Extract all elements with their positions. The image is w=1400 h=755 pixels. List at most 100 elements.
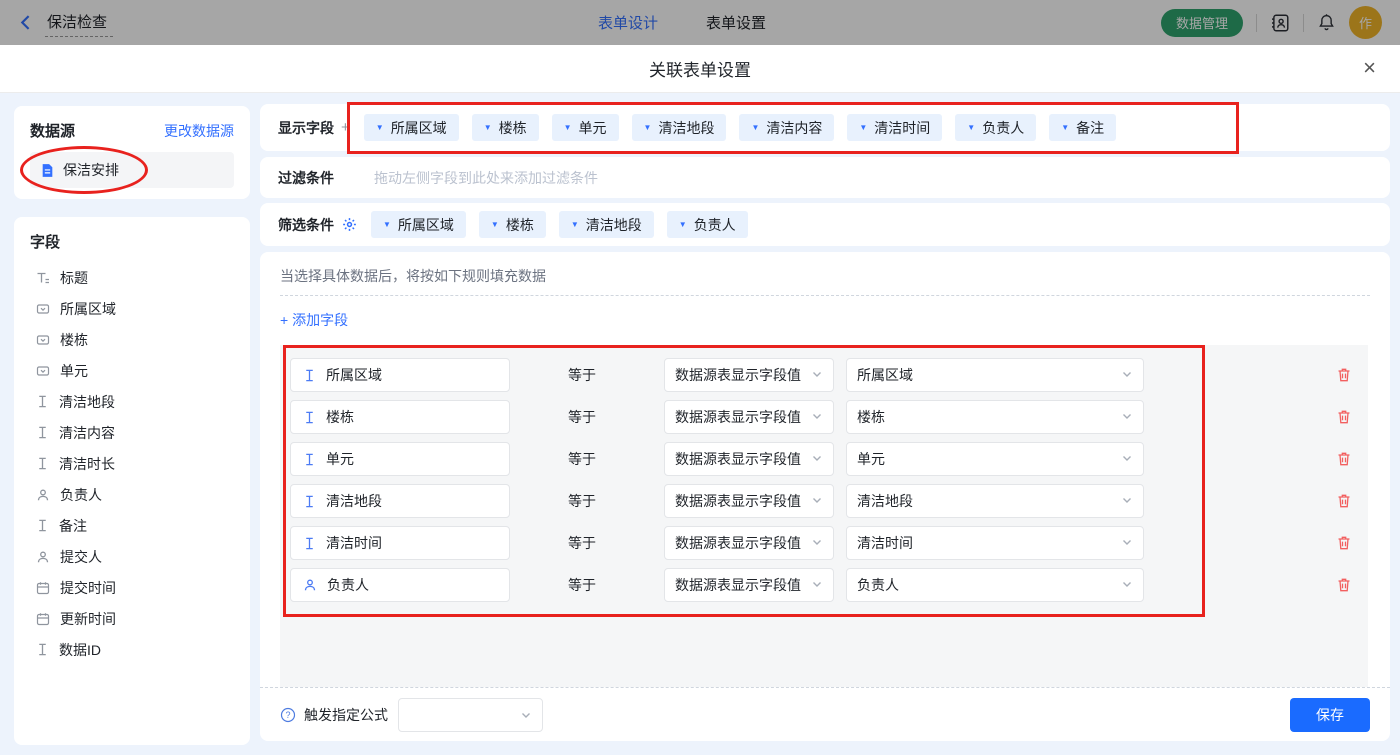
- screening-field-tag[interactable]: ▼ 负责人: [666, 211, 748, 238]
- display-field-tag-label: 备注: [1076, 119, 1105, 136]
- sidebar-field-item[interactable]: 清洁时长: [30, 448, 234, 479]
- sidebar-field-item[interactable]: 楼栋: [30, 324, 234, 355]
- sidebar-field-item[interactable]: 所属区域: [30, 293, 234, 324]
- display-field-tag[interactable]: ▼ 清洁时间: [847, 114, 943, 141]
- app-top-bar: 保洁检查 表单设计 表单设置 数据管理 作: [0, 0, 1400, 45]
- sidebar-field-item[interactable]: 单元: [30, 355, 234, 386]
- rule-field-input[interactable]: 清洁时间: [290, 526, 510, 560]
- fields-heading: 字段: [30, 234, 61, 251]
- tab-form-design[interactable]: 表单设计: [598, 12, 658, 33]
- form-file-icon: [40, 163, 55, 178]
- add-field-link[interactable]: + 添加字段: [280, 310, 348, 330]
- screening-section: 筛选条件 ▼ 所属区域 ▼ 楼栋 ▼ 清洁地段 ▼ 负责人: [260, 203, 1390, 246]
- display-field-tag[interactable]: ▼ 负责人: [955, 114, 1037, 141]
- help-icon[interactable]: ?: [280, 707, 296, 723]
- sidebar-field-label: 单元: [60, 362, 88, 379]
- delete-row-trash-icon[interactable]: [1336, 535, 1352, 551]
- rule-target-select[interactable]: 楼栋: [846, 400, 1144, 434]
- back-icon[interactable]: [18, 14, 35, 31]
- form-name-label[interactable]: 保洁检查: [45, 9, 114, 37]
- caret-down-icon: ▼: [570, 220, 579, 229]
- sidebar-field-item[interactable]: 负责人: [30, 479, 234, 510]
- data-manage-button[interactable]: 数据管理: [1160, 8, 1243, 37]
- rule-target-select[interactable]: 单元: [846, 442, 1144, 476]
- close-icon[interactable]: ×: [1363, 53, 1376, 83]
- display-field-tag[interactable]: ▼ 楼栋: [471, 114, 539, 141]
- rule-field-input[interactable]: 楼栋: [290, 400, 510, 434]
- sidebar-field-item[interactable]: 数据ID: [30, 634, 234, 665]
- sidebar-field-item[interactable]: 清洁地段: [30, 386, 234, 417]
- rule-source-select[interactable]: 数据源表显示字段值: [664, 400, 834, 434]
- delete-row-trash-icon[interactable]: [1336, 367, 1352, 383]
- delete-row-trash-icon[interactable]: [1336, 451, 1352, 467]
- formula-select[interactable]: [398, 697, 543, 732]
- rule-target-select[interactable]: 所属区域: [846, 358, 1144, 392]
- chevron-down-icon: [811, 451, 823, 467]
- delete-row-trash-icon[interactable]: [1336, 493, 1352, 509]
- rule-operator: 等于: [568, 451, 596, 467]
- rule-target-select[interactable]: 负责人: [846, 568, 1144, 602]
- screening-field-tag-label: 楼栋: [505, 216, 534, 233]
- datasource-name: 保洁安排: [63, 162, 119, 178]
- caret-down-icon: ▼: [967, 123, 976, 132]
- add-display-field-button[interactable]: +: [341, 119, 350, 136]
- rule-row: 负责人 等于 数据源表显示字段值 负责人: [290, 568, 1352, 602]
- rule-operator: 等于: [568, 409, 596, 425]
- rule-target-value: 单元: [857, 451, 885, 467]
- sidebar-field-label: 标题: [60, 269, 88, 286]
- caret-down-icon: ▼: [859, 123, 868, 132]
- rule-source-select[interactable]: 数据源表显示字段值: [664, 526, 834, 560]
- rule-field-input[interactable]: 所属区域: [290, 358, 510, 392]
- rule-field-label: 清洁地段: [326, 493, 382, 509]
- screening-field-tag[interactable]: ▼ 楼栋: [478, 211, 546, 238]
- rule-operator: 等于: [568, 367, 596, 383]
- rule-target-value: 楼栋: [857, 409, 885, 425]
- datasource-item[interactable]: 保洁安排: [30, 152, 234, 188]
- gear-icon[interactable]: [342, 217, 357, 232]
- rule-target-select[interactable]: 清洁地段: [846, 484, 1144, 518]
- screening-field-tag[interactable]: ▼ 所属区域: [371, 211, 466, 238]
- rule-source-select[interactable]: 数据源表显示字段值: [664, 568, 834, 602]
- sidebar-field-item[interactable]: 提交人: [30, 541, 234, 572]
- notification-bell-icon[interactable]: [1317, 13, 1336, 32]
- display-field-tag-label: 清洁地段: [658, 119, 715, 136]
- screening-label: 筛选条件: [278, 216, 334, 233]
- filter-dropzone-placeholder[interactable]: 拖动左侧字段到此处来添加过滤条件: [374, 168, 598, 188]
- user-field-icon: [36, 550, 50, 564]
- modal-footer: ? 触发指定公式 保存: [260, 687, 1390, 741]
- select-field-icon: [36, 333, 50, 347]
- sidebar-field-item[interactable]: 清洁内容: [30, 417, 234, 448]
- user-avatar[interactable]: 作: [1349, 6, 1382, 39]
- rule-field-input[interactable]: 清洁地段: [290, 484, 510, 518]
- delete-row-trash-icon[interactable]: [1336, 577, 1352, 593]
- rule-target-select[interactable]: 清洁时间: [846, 526, 1144, 560]
- delete-row-trash-icon[interactable]: [1336, 409, 1352, 425]
- display-field-tag[interactable]: ▼ 所属区域: [363, 114, 459, 141]
- screening-field-tag-label: 负责人: [693, 216, 736, 233]
- sidebar-field-item[interactable]: 备注: [30, 510, 234, 541]
- date-field-icon: [36, 581, 50, 595]
- contacts-book-icon[interactable]: [1270, 13, 1290, 33]
- rule-row: 所属区域 等于 数据源表显示字段值 所属区域: [290, 358, 1352, 392]
- chevron-down-icon: [811, 535, 823, 551]
- plus-icon: +: [280, 312, 289, 328]
- date-field-icon: [36, 612, 50, 626]
- display-field-tag[interactable]: ▼ 清洁内容: [739, 114, 835, 141]
- rule-field-input[interactable]: 单元: [290, 442, 510, 476]
- display-field-tag[interactable]: ▼ 备注: [1049, 114, 1117, 141]
- rule-source-select[interactable]: 数据源表显示字段值: [664, 484, 834, 518]
- rules-hint-text: 当选择具体数据后，将按如下规则填充数据: [280, 268, 546, 284]
- screening-field-tag[interactable]: ▼ 清洁地段: [558, 211, 654, 238]
- sidebar-field-item[interactable]: 标题: [30, 262, 234, 293]
- rule-source-select[interactable]: 数据源表显示字段值: [664, 358, 834, 392]
- rule-source-select[interactable]: 数据源表显示字段值: [664, 442, 834, 476]
- display-field-tag-label: 楼栋: [498, 119, 527, 136]
- rule-field-input[interactable]: 负责人: [290, 568, 510, 602]
- display-field-tag[interactable]: ▼ 单元: [551, 114, 619, 141]
- display-field-tag[interactable]: ▼ 清洁地段: [631, 114, 727, 141]
- tab-form-settings[interactable]: 表单设置: [706, 12, 766, 33]
- sidebar-field-item[interactable]: 更新时间: [30, 603, 234, 634]
- sidebar-field-item[interactable]: 提交时间: [30, 572, 234, 603]
- save-button[interactable]: 保存: [1290, 697, 1370, 732]
- change-datasource-link[interactable]: 更改数据源: [164, 121, 234, 141]
